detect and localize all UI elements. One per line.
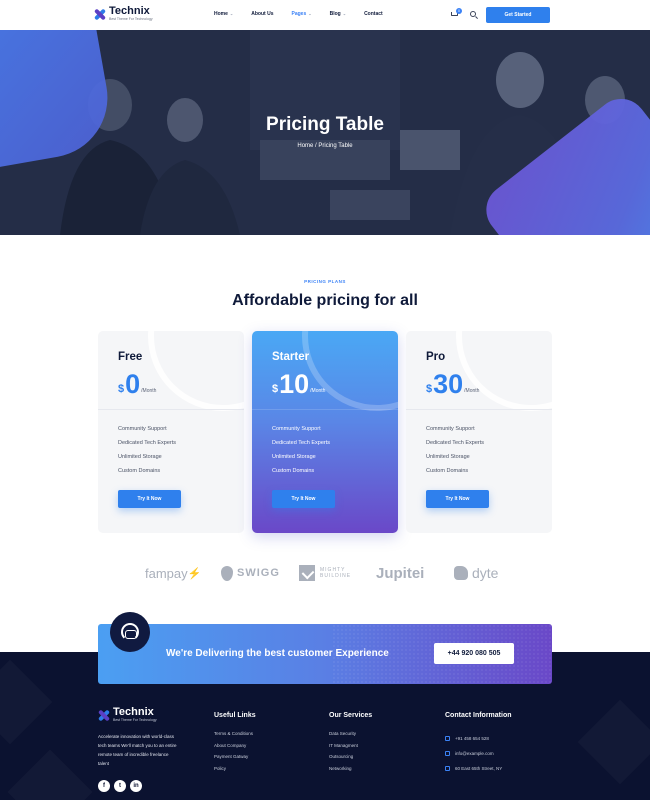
plan-features: Community Support Dedicated Tech Experts… [272, 426, 330, 482]
feature-item: Dedicated Tech Experts [118, 440, 176, 446]
feature-item: Unlimited Storage [426, 454, 470, 460]
dyte-mark-icon [454, 566, 468, 580]
brand-logo-dyte: dyte [454, 560, 498, 586]
pricing-card-starter: Starter $ 10 /Month Community Support De… [252, 331, 398, 533]
feature-item: Dedicated Tech Experts [426, 440, 484, 446]
feature-item: Custom Domains [426, 468, 469, 474]
brand-logo-swiggy: SWIGG [221, 560, 280, 586]
feature-item: Dedicated Tech Experts [272, 440, 330, 446]
plan-name: Starter [272, 351, 310, 363]
feature-item: Custom Domains [272, 468, 315, 474]
social-links: f t in [98, 780, 146, 792]
footer-col-title: Our Services [329, 712, 373, 719]
footer-col-title: Contact Information [445, 712, 512, 719]
cart-count-badge: 0 [456, 8, 462, 14]
footer-link[interactable]: Outsourcing [329, 754, 372, 766]
section-title: Affordable pricing for all [232, 292, 418, 309]
plan-features: Community Support Dedicated Tech Experts… [426, 426, 484, 482]
nav-item-blog[interactable]: Blog ⌄ [330, 11, 346, 17]
contact-address: 60 East 65th Street, NY [445, 761, 512, 776]
cart-icon[interactable]: 0 [450, 8, 462, 18]
nav-item-contact[interactable]: Contact [364, 11, 383, 17]
logo-mark-icon [94, 8, 106, 20]
footer-contact: Contact Information +91 458 654 528 info… [445, 712, 512, 776]
feature-item: Community Support [272, 426, 321, 432]
try-it-now-button[interactable]: Try It Now [118, 490, 181, 508]
mighty-box-icon [299, 565, 315, 581]
client-logos: fampay ⚡ SWIGG MIGHTY BUILDINE Jupitei dy… [0, 560, 650, 586]
feature-item: Custom Domains [118, 468, 161, 474]
footer-link[interactable]: Payment Gatway [214, 754, 256, 766]
headset-icon [121, 623, 139, 641]
main-nav: Home ⌄ About Us Pages ⌄ Blog ⌄ Contact [214, 11, 401, 17]
brand-logo-fampay: fampay ⚡ [145, 565, 202, 581]
breadcrumb[interactable]: Home / Pricing Table [0, 143, 650, 149]
logo-name: Technix [109, 5, 150, 17]
plan-name: Pro [426, 351, 446, 363]
cta-banner: We're Delivering the best customer Exper… [98, 624, 552, 684]
chevron-down-icon: ⌄ [342, 11, 347, 16]
search-icon[interactable] [470, 11, 476, 17]
footer-about-text: Accelerate innovation with world-class t… [98, 734, 177, 766]
feature-item: Community Support [118, 426, 167, 432]
nav-item-about[interactable]: About Us [251, 11, 273, 17]
brand-logo-mighty: MIGHTY BUILDINE [299, 560, 351, 586]
logo-mark-icon [98, 709, 110, 721]
section-eyebrow: PRICING PLANS [304, 279, 346, 284]
get-started-button[interactable]: Get Started [486, 7, 550, 23]
footer-services: Our Services Data Security IT Managment … [329, 712, 372, 777]
twitter-icon[interactable]: t [114, 780, 126, 792]
feature-item: Unlimited Storage [272, 454, 316, 460]
contact-phone[interactable]: +91 458 654 528 [445, 731, 512, 746]
contact-email[interactable]: info@example.com [445, 746, 512, 761]
chevron-down-icon: ⌄ [229, 11, 234, 16]
plan-price: $ 30 /Month [426, 369, 480, 399]
facebook-icon[interactable]: f [98, 780, 110, 792]
plan-price: $ 0 /Month [118, 369, 157, 399]
brand-logo-jupiter: Jupitei [376, 564, 425, 582]
footer-link[interactable]: About Company [214, 743, 256, 755]
phone-button[interactable]: +44 920 080 505 [434, 643, 514, 664]
support-badge [110, 612, 150, 652]
pricing-card-free: Free $ 0 /Month Community Support Dedica… [98, 331, 244, 533]
swiggy-pin-icon [221, 565, 233, 581]
feature-item: Unlimited Storage [118, 454, 162, 460]
pricing-card-pro: Pro $ 30 /Month Community Support Dedica… [406, 331, 552, 533]
nav-item-pages[interactable]: Pages ⌄ [292, 11, 312, 17]
linkedin-icon[interactable]: in [130, 780, 142, 792]
footer-col-title: Useful Links [214, 712, 256, 719]
phone-icon [445, 736, 450, 741]
hero-banner: Pricing Table Home / Pricing Table [0, 30, 650, 235]
site-header: Technix Best Theme For Technology Home ⌄ … [0, 0, 650, 30]
banner-text: We're Delivering the best customer Exper… [166, 648, 389, 659]
page-title: Pricing Table [266, 114, 384, 135]
location-icon [445, 766, 450, 771]
feature-item: Community Support [426, 426, 475, 432]
footer-logo[interactable]: Technix Best Theme For Technology [98, 707, 157, 723]
footer-link[interactable]: Policy [214, 766, 256, 778]
plan-name: Free [118, 351, 143, 363]
mail-icon [445, 751, 450, 756]
footer-useful-links: Useful Links Terms & Conditions About Co… [214, 712, 256, 777]
footer-link[interactable]: Networking [329, 766, 372, 778]
footer-link[interactable]: Terms & Conditions [214, 731, 256, 743]
footer-link[interactable]: Data Security [329, 731, 372, 743]
plan-features: Community Support Dedicated Tech Experts… [118, 426, 176, 482]
logo-tagline: Best Theme For Technology [109, 17, 153, 21]
chevron-down-icon: ⌄ [308, 11, 312, 16]
try-it-now-button[interactable]: Try It Now [426, 490, 489, 508]
logo[interactable]: Technix Best Theme For Technology [94, 6, 153, 22]
try-it-now-button[interactable]: Try It Now [272, 490, 335, 508]
nav-item-home[interactable]: Home ⌄ [214, 11, 233, 17]
plan-price: $ 10 /Month [272, 369, 326, 399]
footer-link[interactable]: IT Managment [329, 743, 372, 755]
